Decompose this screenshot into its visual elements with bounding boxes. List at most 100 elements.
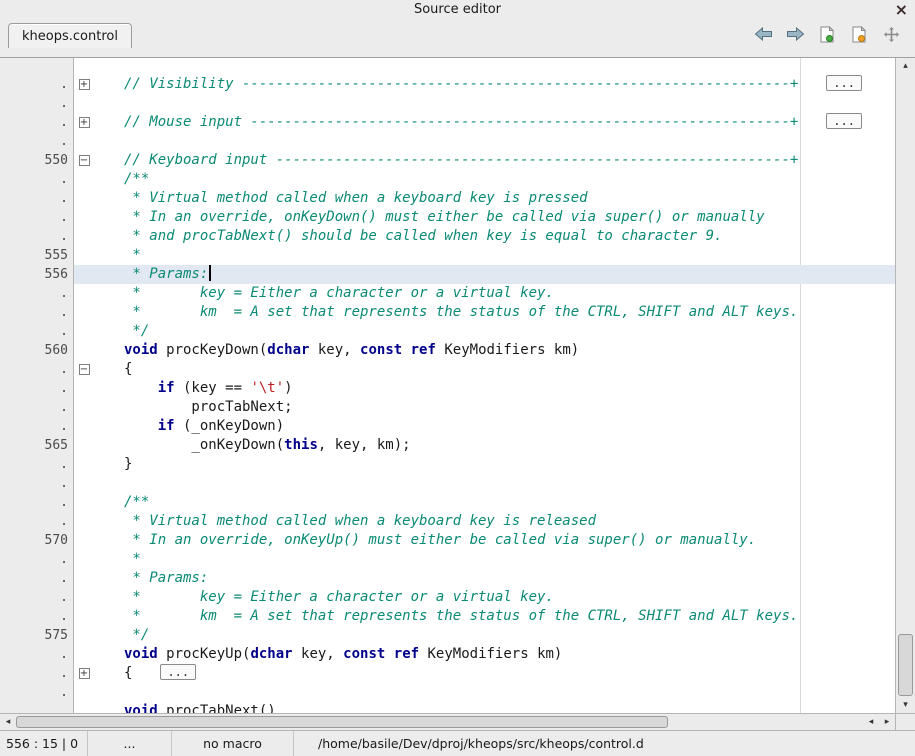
code-line[interactable]: 550−// Keyboard input ------------------… — [0, 151, 895, 170]
code-line[interactable]: .+// Mouse input -----------------------… — [0, 113, 895, 132]
folded-code-ellipsis[interactable]: ... — [826, 75, 862, 91]
code-token: (key == — [175, 380, 251, 396]
code-line[interactable]: 555 * — [0, 246, 895, 265]
code-line[interactable]: . * Params: — [0, 569, 895, 588]
code-line[interactable]: .void procTabNext() — [0, 702, 895, 713]
fold-spacer — [74, 246, 94, 265]
fold-spacer — [74, 303, 94, 322]
code-line[interactable]: .+// Visibility ------------------------… — [0, 75, 895, 94]
fold-spacer — [74, 208, 94, 227]
code-line[interactable]: 570 * In an override, onKeyUp() must eit… — [0, 531, 895, 550]
horizontal-scrollbar-track[interactable] — [16, 714, 863, 730]
code-line[interactable]: . — [0, 683, 895, 702]
new-document-button[interactable] — [817, 24, 837, 44]
code-line[interactable]: . * km = A set that represents the statu… — [0, 303, 895, 322]
fold-expand-icon[interactable]: + — [79, 668, 90, 679]
code-line[interactable]: 565 _onKeyDown(this, key, km); — [0, 436, 895, 455]
code-line[interactable]: . * and procTabNext() should be called w… — [0, 227, 895, 246]
code-line[interactable]: . procTabNext; — [0, 398, 895, 417]
horizontal-scrollbar-thumb[interactable] — [16, 716, 668, 728]
code-line[interactable]: ./** — [0, 493, 895, 512]
fold-marker[interactable]: + — [74, 664, 94, 683]
code-token: key, — [293, 646, 344, 662]
text-caret — [209, 265, 211, 281]
code-area[interactable]: . + // Visibility ------------------------… — [0, 58, 895, 713]
fold-spacer — [74, 569, 94, 588]
fold-spacer — [74, 322, 94, 341]
code-line[interactable]: . * Virtual method called when a keyboar… — [0, 512, 895, 531]
fold-expand-icon[interactable]: + — [79, 117, 90, 128]
code-token: if — [158, 380, 175, 396]
code-token: // Visibility --------------------------… — [124, 76, 798, 92]
scroll-right-icon[interactable]: ▸ — [879, 714, 895, 730]
fold-collapse-icon[interactable]: − — [79, 364, 90, 375]
code-line[interactable]: . * Virtual method called when a keyboar… — [0, 189, 895, 208]
code-token — [124, 418, 158, 434]
code-token: const — [360, 342, 402, 358]
code-token: * Virtual method called when a keyboard … — [124, 190, 588, 206]
code-line[interactable]: . — [0, 94, 895, 113]
code-line[interactable]: .} — [0, 455, 895, 474]
fold-spacer — [74, 189, 94, 208]
line-text: // Keyboard input ----------------------… — [94, 151, 798, 170]
code-token: * key = Either a character or a virtual … — [124, 589, 554, 605]
go-forward-button[interactable] — [785, 24, 805, 44]
line-text: */ — [94, 626, 149, 645]
code-line[interactable]: .void procKeyUp(dchar key, const ref Key… — [0, 645, 895, 664]
status-bar: 556 : 15 | 0 ... no macro /home/basile/D… — [0, 730, 915, 756]
code-token: * — [124, 551, 141, 567]
code-line[interactable]: . — [0, 132, 895, 151]
code-line[interactable]: 556 * Params: — [0, 265, 895, 284]
scroll-down-icon[interactable]: ▾ — [896, 697, 915, 713]
vertical-scrollbar[interactable]: ▴ ▾ — [895, 58, 915, 713]
line-text: procTabNext; — [94, 398, 293, 417]
code-token: /** — [124, 494, 149, 510]
code-line[interactable]: . */ — [0, 322, 895, 341]
vertical-scrollbar-thumb[interactable] — [898, 634, 913, 696]
code-token: this — [284, 437, 318, 453]
code-token: procTabNext() — [158, 703, 276, 713]
code-token: * In an override, onKeyDown() must eithe… — [124, 209, 765, 225]
horizontal-scrollbar[interactable]: ◂ ◂ ▸ — [0, 713, 915, 730]
code-line[interactable]: 560void procKeyDown(dchar key, const ref… — [0, 341, 895, 360]
code-line[interactable]: . * key = Either a character or a virtua… — [0, 284, 895, 303]
folded-code-ellipsis[interactable]: ... — [160, 664, 196, 680]
folded-code-ellipsis[interactable]: ... — [826, 113, 862, 129]
scroll-left-secondary-icon[interactable]: ◂ — [863, 714, 879, 730]
tab-label: kheops.control — [22, 29, 118, 44]
code-line[interactable]: 575 */ — [0, 626, 895, 645]
fold-marker[interactable]: + — [74, 113, 94, 132]
code-token: void — [124, 342, 158, 358]
fold-marker[interactable]: + — [74, 75, 94, 94]
scroll-left-icon[interactable]: ◂ — [0, 714, 16, 730]
code-line[interactable]: .−{ — [0, 360, 895, 379]
code-token: */ — [124, 627, 149, 643]
fold-expand-icon[interactable]: + — [79, 79, 90, 90]
line-text: * — [94, 246, 141, 265]
code-line[interactable]: .+{... — [0, 664, 895, 683]
forward-arrow-icon — [786, 27, 805, 41]
detach-editor-button[interactable] — [881, 24, 901, 44]
fold-collapse-icon[interactable]: − — [79, 155, 90, 166]
code-line[interactable]: . * km = A set that represents the statu… — [0, 607, 895, 626]
code-line[interactable]: . * — [0, 550, 895, 569]
save-document-button[interactable] — [849, 24, 869, 44]
fold-spacer — [74, 398, 94, 417]
go-back-button[interactable] — [753, 24, 773, 44]
code-line[interactable]: . if (key == '\t') — [0, 379, 895, 398]
code-line[interactable]: . /** — [0, 170, 895, 189]
scroll-up-icon[interactable]: ▴ — [896, 58, 915, 74]
code-line[interactable]: . * In an override, onKeyDown() must eit… — [0, 208, 895, 227]
fold-marker[interactable]: − — [74, 360, 94, 379]
fold-marker[interactable]: − — [74, 151, 94, 170]
line-number: . — [0, 170, 74, 189]
fold-spacer — [74, 436, 94, 455]
line-text: * km = A set that represents the status … — [94, 607, 798, 626]
code-line[interactable]: . * key = Either a character or a virtua… — [0, 588, 895, 607]
close-icon[interactable]: × — [895, 0, 908, 19]
code-line[interactable]: . if (_onKeyDown) — [0, 417, 895, 436]
tab-kheops-control[interactable]: kheops.control — [8, 23, 132, 48]
code-token: /** — [124, 171, 149, 187]
line-text: {... — [94, 664, 196, 683]
code-line[interactable]: . — [0, 474, 895, 493]
